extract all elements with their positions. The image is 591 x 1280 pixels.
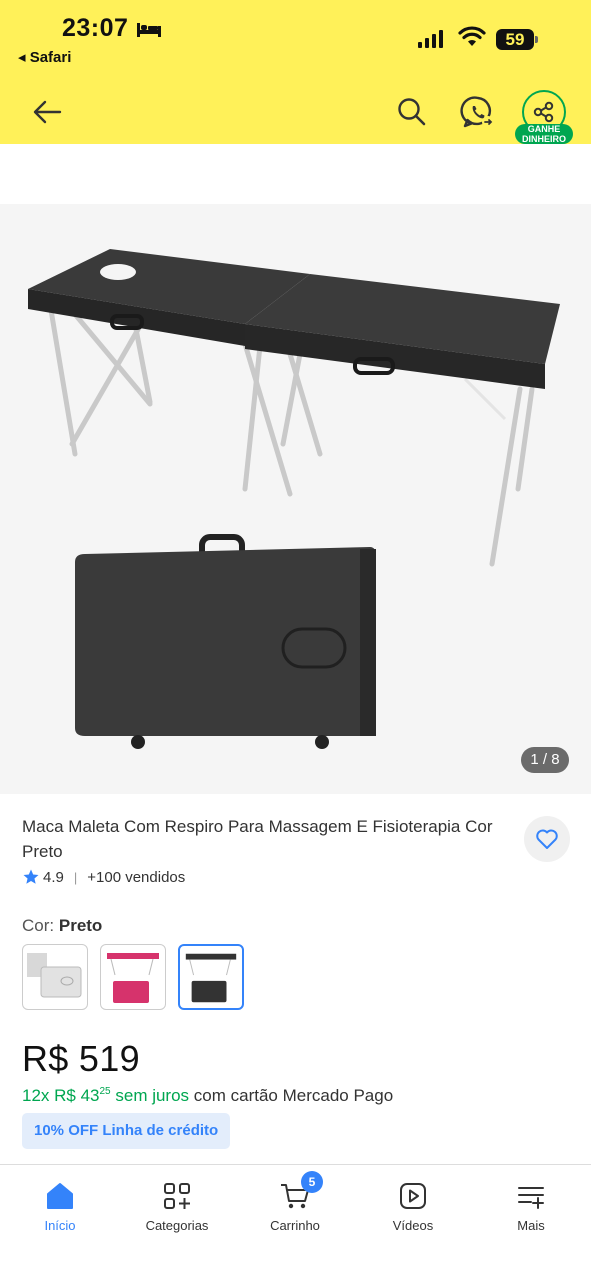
product-title: Maca Maleta Com Respiro Para Massagem E … [22,817,493,861]
wifi-icon [458,26,486,46]
image-counter: 1 / 8 [521,747,569,773]
share-icon [533,101,554,123]
search-icon[interactable] [396,96,428,128]
product-image [28,249,560,749]
product-image-gallery[interactable] [0,204,591,794]
tab-mais[interactable]: Mais [481,1179,581,1233]
categories-icon [164,1183,190,1209]
earn-money-badge: GANHE DINHEIRO [515,124,573,144]
variant-value: Preto [58,916,103,935]
back-to-safari[interactable]: ◂ Safari [18,48,71,66]
bottom-tab-bar: Início Categorias 5 Carrinho Vídeos Mais [0,1164,591,1280]
credit-offer-chip[interactable]: 10% OFF Linha de crédito [22,1113,231,1149]
cellular-signal-icon [418,30,443,48]
variant-thumb-white[interactable] [22,944,88,1010]
variant-label: Cor: Preto [22,916,103,935]
sleep-focus-icon [137,23,161,37]
share-earn-button[interactable]: GANHE DINHEIRO [515,88,573,146]
variant-thumb-pink[interactable] [100,944,166,1010]
menu-plus-icon [518,1187,544,1209]
whatsapp-icon[interactable] [460,94,496,130]
divider: | [73,869,78,885]
status-time: 23:07 [62,14,129,42]
installments-info: 12x R$ 4325 sem juros com cartão Mercado… [22,1086,394,1105]
top-bar: 23:07 ◂ Safari 59 GANHE DINHEIRO [0,0,591,144]
variant-thumbnails [22,944,244,1010]
cart-count-badge: 5 [301,1171,323,1193]
favorite-button[interactable] [524,816,570,862]
star-icon [23,869,39,884]
heart-icon [536,829,558,849]
home-icon [47,1183,73,1209]
battery-icon: 59 [496,29,538,50]
rating-value: 4.9 [43,868,64,886]
tab-inicio[interactable]: Início [10,1179,110,1233]
arrow-left-icon[interactable] [30,96,64,128]
variant-thumb-black[interactable] [178,944,244,1010]
tab-categorias[interactable]: Categorias [127,1179,227,1233]
sold-count: +100 vendidos [87,868,186,886]
tab-videos[interactable]: Vídeos [363,1179,463,1233]
product-price: R$ 519 [22,1038,140,1079]
rating-row: 4.9 | +100 vendidos [22,868,185,886]
battery-level: 59 [505,30,525,49]
video-icon [400,1183,426,1209]
tab-carrinho[interactable]: 5 Carrinho [245,1171,345,1233]
